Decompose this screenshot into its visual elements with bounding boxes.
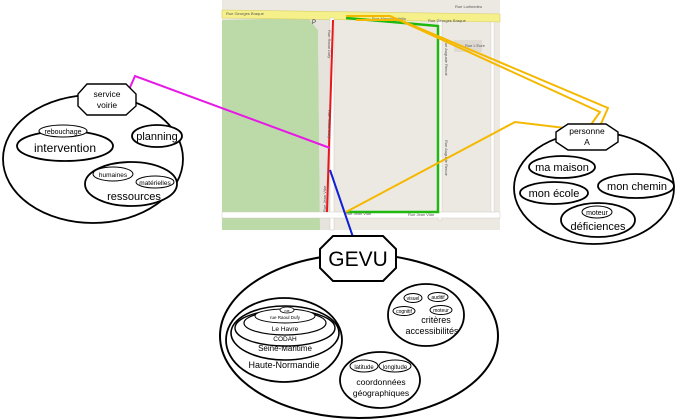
service-voirie-label-2: voirie xyxy=(97,100,118,110)
road-far-right xyxy=(490,21,495,213)
visuel-label: visuel xyxy=(407,296,420,302)
intervention-label: intervention xyxy=(34,141,96,155)
street-label: Rue Jean Vilar xyxy=(322,185,327,212)
humaines-label: humaines xyxy=(99,172,128,179)
gevu-label: GEVU xyxy=(328,248,388,271)
mon-ecole-label: mon école xyxy=(529,188,580,200)
street-label: Rue L'Eure xyxy=(465,43,486,48)
street-label: Rue Auguste Renoir xyxy=(444,40,449,76)
personne-a-label-2: A xyxy=(584,137,590,147)
rebouchage-label: rebouchage xyxy=(45,129,82,136)
service-voirie-label-1: service xyxy=(94,89,121,99)
longitude-label: longitude xyxy=(383,365,408,371)
coordonnees-label-1: coordonnées xyxy=(356,377,405,387)
street-label: Rue Raoul Dufy xyxy=(327,30,332,58)
rue-raoul-dufy-label: rue Raoul Dufy xyxy=(270,315,301,320)
moteur-label: moteur xyxy=(586,210,608,217)
diagram-canvas: Rue Georges Braque Rue Maurice Utrillo R… xyxy=(0,0,680,420)
street-label: Rue Lurlinedeu xyxy=(455,4,482,9)
gevu-group: Haute-Normandie Seine-Maritime CODAH Le … xyxy=(219,235,499,419)
service-group: intervention rebouchage planning ressour… xyxy=(2,83,184,224)
person-group: ma maison mon école mon chemin déficienc… xyxy=(513,123,675,245)
cognitif-label: cognitif xyxy=(396,309,412,315)
haute-normandie-label: Haute-Normandie xyxy=(248,360,319,370)
parking-marker: P xyxy=(312,20,316,26)
latitude-label: latitude xyxy=(354,365,374,371)
park-area xyxy=(222,18,320,230)
codah-label: CODAH xyxy=(273,336,297,343)
ma-maison-label: ma maison xyxy=(535,162,589,174)
street-label: Rue Georges Braque xyxy=(428,18,467,23)
personne-a-label-1: personne xyxy=(569,126,605,136)
street-label: Rue Georges Braque xyxy=(226,11,265,16)
criteres-label-2: accessibilités xyxy=(405,326,459,336)
street-map: Rue Georges Braque Rue Maurice Utrillo R… xyxy=(221,0,501,231)
ressources-label: ressources xyxy=(107,191,161,203)
street-label: Rue Jean Vilar xyxy=(408,212,435,217)
criteres-label-1: critères xyxy=(421,315,451,325)
deficiences-label: déficiences xyxy=(570,221,626,233)
le-havre-label: Le Havre xyxy=(272,326,299,333)
rue-label: rue xyxy=(284,309,289,313)
planning-label: planning xyxy=(136,131,178,143)
street-label: Rue Jean Vilar xyxy=(345,211,372,216)
moteur-criterion-label: moteur xyxy=(433,308,449,314)
materielles-label: matérielles xyxy=(139,180,171,187)
coordonnees-label-2: géographiques xyxy=(353,388,409,398)
street-label: Rue Raoul Dufy xyxy=(327,110,332,138)
mon-chemin-label: mon chemin xyxy=(607,181,667,193)
auditif-label: auditif xyxy=(431,295,445,301)
